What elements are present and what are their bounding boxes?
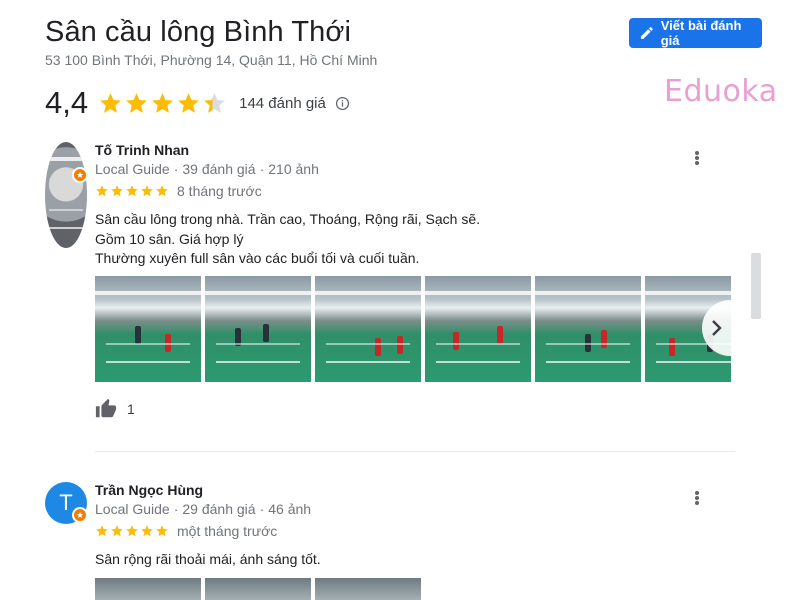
local-guide-label: Local Guide <box>95 501 170 517</box>
star-icon <box>111 525 123 537</box>
review-photo[interactable] <box>95 276 201 382</box>
review-photo[interactable] <box>425 276 531 382</box>
star-icon <box>96 525 108 537</box>
star-icon <box>126 185 138 197</box>
star-icon <box>178 92 200 113</box>
review-photo-strip <box>95 276 731 382</box>
review-time: một tháng trước <box>177 523 278 539</box>
review-count-link[interactable]: 144 đánh giá <box>239 95 326 112</box>
reviewer-name[interactable]: Tố Trinh Nhan <box>95 142 189 158</box>
review-card: ★ Tố Trinh Nhan Local Guide · 39 đánh giá ·… <box>45 140 735 418</box>
info-icon[interactable] <box>335 96 350 111</box>
more-options-icon[interactable] <box>690 148 704 168</box>
review-photo[interactable] <box>535 276 641 382</box>
reviewer-review-count: 39 đánh giá <box>182 161 256 177</box>
review-time: 8 tháng trước <box>177 183 262 199</box>
review-stars <box>95 524 169 538</box>
reviewer-meta: Local Guide · 39 đánh giá · 210 ảnh <box>95 161 319 177</box>
local-guide-badge-icon: ★ <box>72 507 88 523</box>
review-photo[interactable] <box>205 578 311 600</box>
star-icon <box>156 185 168 197</box>
avatar[interactable] <box>45 142 87 248</box>
reviewer-name[interactable]: Trần Ngọc Hùng <box>95 482 203 498</box>
place-title: Sân cầu lông Bình Thới <box>45 16 352 48</box>
star-icon <box>141 185 153 197</box>
write-review-label: Viết bài đánh giá <box>660 18 742 48</box>
rating-stars <box>98 91 227 116</box>
review-text-line: Gồm 10 sân. Giá hợp lý <box>95 230 244 247</box>
review-divider <box>95 451 735 452</box>
star-icon <box>141 525 153 537</box>
reviewer-photo-count: 46 ảnh <box>268 501 312 517</box>
star-icon <box>152 92 174 113</box>
review-text-line: Sân rộng rãi thoải mái, ánh sáng tốt. <box>95 551 321 567</box>
review-text: Sân rộng rãi thoải mái, ánh sáng tốt. <box>95 550 321 570</box>
star-icon <box>126 525 138 537</box>
watermark-text: Eduoka <box>664 74 778 109</box>
review-photo[interactable] <box>315 276 421 382</box>
review-text: Sân cầu lông trong nhà. Trần cao, Thoáng… <box>95 210 480 269</box>
local-guide-badge-icon: ★ <box>72 167 88 183</box>
review-stars <box>95 184 169 198</box>
watermark-logo: Eduoka <box>664 74 778 109</box>
reviewer-photo-count: 210 ảnh <box>268 161 319 177</box>
star-icon <box>100 92 122 113</box>
review-rating: một tháng trước <box>95 523 277 539</box>
review-photo[interactable] <box>315 578 421 600</box>
local-guide-label: Local Guide <box>95 161 170 177</box>
reviewer-meta: Local Guide · 29 đánh giá · 46 ảnh <box>95 501 312 517</box>
review-photo-strip <box>95 578 421 600</box>
average-rating: 4,4 <box>45 85 89 120</box>
like-area: 1 <box>95 398 135 420</box>
star-icon <box>96 185 108 197</box>
pencil-icon <box>640 27 653 39</box>
review-photo[interactable] <box>205 276 311 382</box>
thumbs-up-icon[interactable] <box>95 398 117 420</box>
star-icon <box>126 92 148 113</box>
review-photo[interactable] <box>95 578 201 600</box>
place-address: 53 100 Bình Thới, Phường 14, Quận 11, Hồ… <box>45 52 378 68</box>
star-icon <box>111 185 123 197</box>
scrollbar[interactable] <box>751 253 761 319</box>
review-text-line: Sân cầu lông trong nhà. Trần cao, Thoáng… <box>95 211 480 227</box>
reviewer-review-count: 29 đánh giá <box>182 501 256 517</box>
write-review-button[interactable]: Viết bài đánh giá <box>629 18 762 48</box>
star-icon <box>156 525 168 537</box>
rating-summary: 4,4 144 đánh giá <box>45 85 350 121</box>
star-icon <box>204 92 226 113</box>
chevron-right-icon <box>712 320 722 336</box>
review-text-line: Thường xuyên full sân vào các buổi tối v… <box>95 250 420 266</box>
like-count: 1 <box>127 401 135 417</box>
more-options-icon[interactable] <box>690 488 704 508</box>
avatar-initial: T <box>59 490 73 515</box>
review-rating: 8 tháng trước <box>95 183 262 199</box>
